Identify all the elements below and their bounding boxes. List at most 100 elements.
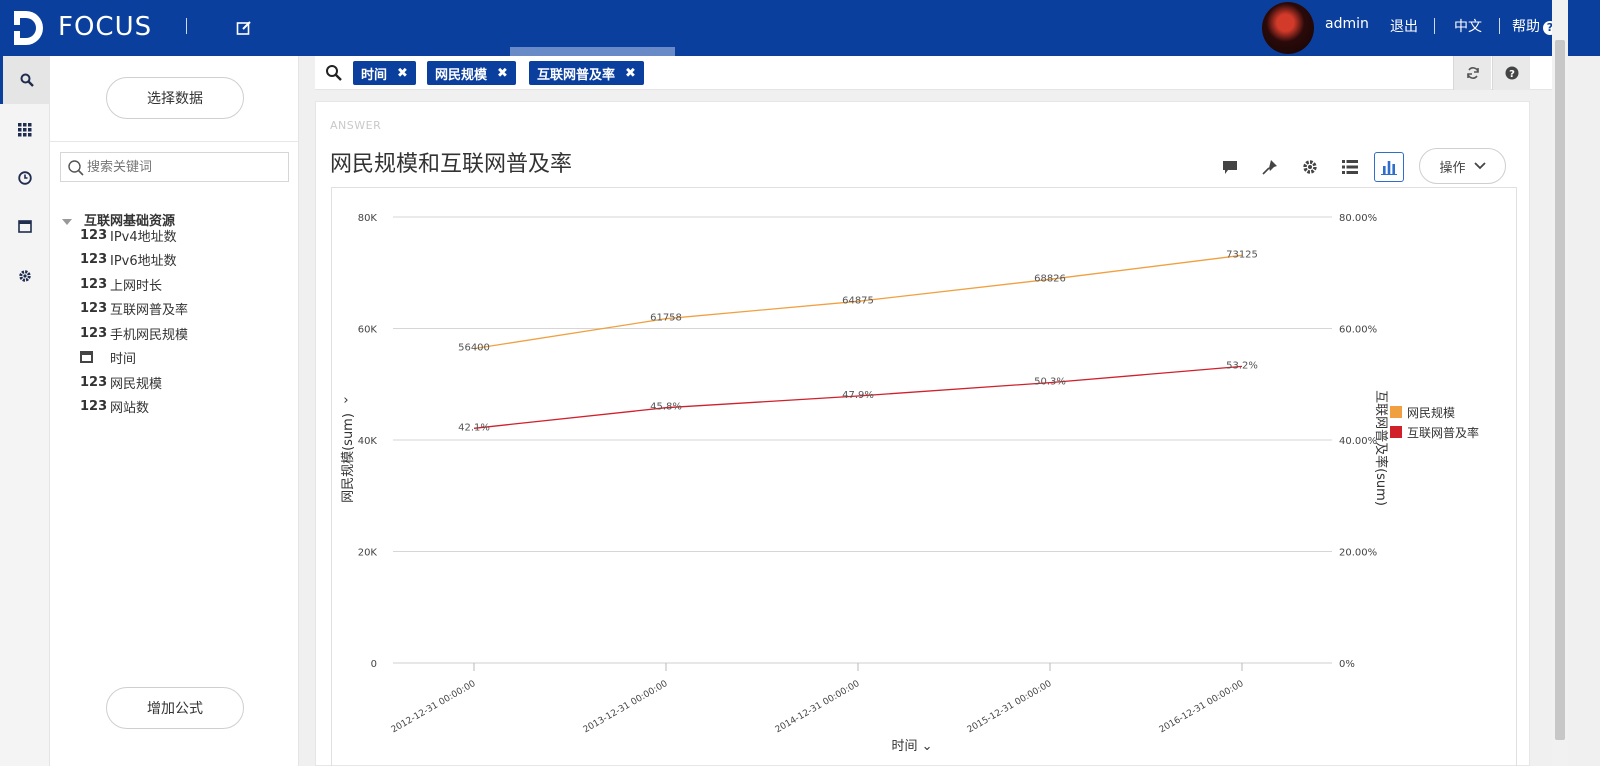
legend-item[interactable]: 网民规模 — [1390, 402, 1479, 422]
nav-calendar[interactable] — [0, 202, 50, 250]
line-chart: 0 20K 40K 60K 80K 0% 20.00% 40.00% 60.00% 80.00% 2… — [341, 213, 1389, 754]
x-tick-label: 2015-12-31 00:00:00 — [966, 679, 1054, 736]
keyword-search[interactable] — [60, 152, 289, 182]
caret-down-icon — [62, 218, 72, 225]
field-item[interactable]: 时间 — [80, 347, 136, 367]
data-label: 42.1% — [458, 422, 490, 433]
y-right-axis-title: 互联网普及率(sum) — [1373, 390, 1389, 506]
legend-swatch — [1390, 426, 1402, 438]
edit-icon[interactable] — [236, 20, 252, 36]
token-label: 互联网普及率 — [537, 67, 616, 83]
nav-history[interactable] — [0, 154, 50, 202]
calendar-icon — [18, 220, 32, 233]
field-item[interactable]: 123 IPv6地址数 — [80, 249, 177, 269]
query-token[interactable]: 网民规模 ✖ — [427, 61, 516, 85]
clock-icon — [18, 171, 32, 185]
field-label: IPv4地址数 — [110, 229, 177, 245]
settings-button[interactable] — [1295, 152, 1325, 182]
data-label: 61758 — [650, 313, 682, 324]
refresh-button[interactable] — [1453, 56, 1491, 90]
comment-button[interactable] — [1215, 152, 1245, 182]
bar-chart-icon — [1381, 161, 1397, 175]
user-name[interactable]: admin — [1325, 16, 1369, 32]
loading-bar — [510, 47, 675, 56]
x-tick-label: 2014-12-31 00:00:00 — [774, 679, 862, 736]
data-label: 73125 — [1226, 249, 1258, 260]
nav-rail — [0, 56, 50, 766]
field-item[interactable]: 123 互联网普及率 — [80, 298, 188, 318]
field-item[interactable]: 123 上网时长 — [80, 274, 162, 294]
help-link[interactable]: 帮助? — [1512, 16, 1557, 36]
field-label: 网民规模 — [110, 376, 163, 392]
grid-icon — [18, 123, 32, 137]
token-label: 网民规模 — [435, 67, 488, 83]
language-link[interactable]: 中文 — [1454, 16, 1482, 36]
data-label: 64875 — [842, 295, 874, 306]
nav-settings[interactable] — [0, 252, 50, 300]
field-item[interactable]: 123 IPv4地址数 — [80, 225, 177, 245]
number-type-icon: 123 — [80, 325, 108, 341]
x-tick-label: 2016-12-31 00:00:00 — [1158, 679, 1246, 736]
help-button[interactable]: ? — [1492, 56, 1530, 90]
search-icon — [326, 65, 342, 81]
field-label: IPv6地址数 — [110, 253, 177, 269]
search-icon — [20, 73, 34, 87]
number-type-icon: 123 — [80, 251, 108, 267]
operations-label: 操作 — [1439, 160, 1466, 176]
number-type-icon: 123 — [80, 398, 108, 414]
field-item[interactable]: 123 手机网民规模 — [80, 323, 188, 343]
list-icon — [1342, 160, 1358, 174]
query-bar[interactable]: 时间 ✖ 网民规模 ✖ 互联网普及率 ✖ ? — [315, 56, 1552, 90]
y-left-tick-label: 20K — [358, 548, 378, 559]
focus-logo-icon — [10, 11, 43, 45]
y-left-tick-label: 60K — [358, 325, 378, 336]
close-icon[interactable]: ✖ — [497, 66, 508, 81]
add-formula-button[interactable]: 增加公式 — [106, 687, 244, 729]
chart-area: 0 20K 40K 60K 80K 0% 20.00% 40.00% 60.00% 80.00% 2… — [331, 187, 1517, 766]
y-left-tick-label: 0 — [371, 659, 377, 670]
field-label: 网站数 — [110, 400, 150, 416]
pin-button[interactable] — [1255, 152, 1285, 182]
divider — [1499, 18, 1500, 34]
y-left-tick-label: 80K — [358, 213, 378, 224]
field-item[interactable]: 123 网站数 — [80, 396, 149, 416]
y-right-tick-label: 20.00% — [1339, 548, 1377, 559]
data-label: 68826 — [1034, 273, 1066, 284]
divider — [50, 141, 299, 142]
table-view-button[interactable] — [1335, 152, 1365, 182]
close-icon[interactable]: ✖ — [397, 66, 408, 81]
search-icon — [68, 160, 84, 176]
chart-view-button[interactable] — [1374, 152, 1404, 182]
comment-icon — [1223, 160, 1237, 174]
legend-item[interactable]: 互联网普及率 — [1390, 422, 1479, 442]
scrollbar-thumb[interactable] — [1555, 40, 1565, 740]
query-token[interactable]: 互联网普及率 ✖ — [529, 61, 644, 85]
number-type-icon: 123 — [80, 374, 108, 390]
token-label: 时间 — [361, 67, 388, 83]
y-right-tick-label: 0% — [1339, 659, 1355, 670]
refresh-icon — [1466, 67, 1479, 79]
field-label: 时间 — [110, 351, 137, 367]
select-data-button[interactable]: 选择数据 — [106, 77, 244, 119]
logo-text: FOCUS — [58, 12, 153, 42]
chevron-down-icon — [1473, 162, 1486, 170]
x-axis-title: 时间 ⌄ — [891, 739, 932, 754]
avatar[interactable] — [1262, 2, 1314, 54]
query-token[interactable]: 时间 ✖ — [353, 61, 416, 85]
operations-dropdown[interactable]: 操作 — [1419, 148, 1506, 184]
divider — [1434, 18, 1435, 34]
help-label: 帮助 — [1512, 19, 1540, 35]
y-left-tick-label: 40K — [358, 436, 378, 447]
y-left-axis-chevron: › — [343, 393, 348, 408]
nav-search[interactable] — [0, 56, 50, 104]
close-icon[interactable]: ✖ — [625, 66, 636, 81]
legend-swatch — [1390, 406, 1402, 418]
keyword-search-input[interactable] — [87, 157, 283, 177]
nav-apps[interactable] — [0, 106, 50, 154]
calendar-icon — [80, 351, 93, 363]
number-type-icon: 123 — [80, 276, 108, 292]
field-label: 互联网普及率 — [110, 302, 189, 318]
logout-link[interactable]: 退出 — [1390, 16, 1418, 36]
top-bar: FOCUS admin 退出 中文 帮助? — [0, 0, 1600, 56]
field-item[interactable]: 123 网民规模 — [80, 372, 162, 392]
